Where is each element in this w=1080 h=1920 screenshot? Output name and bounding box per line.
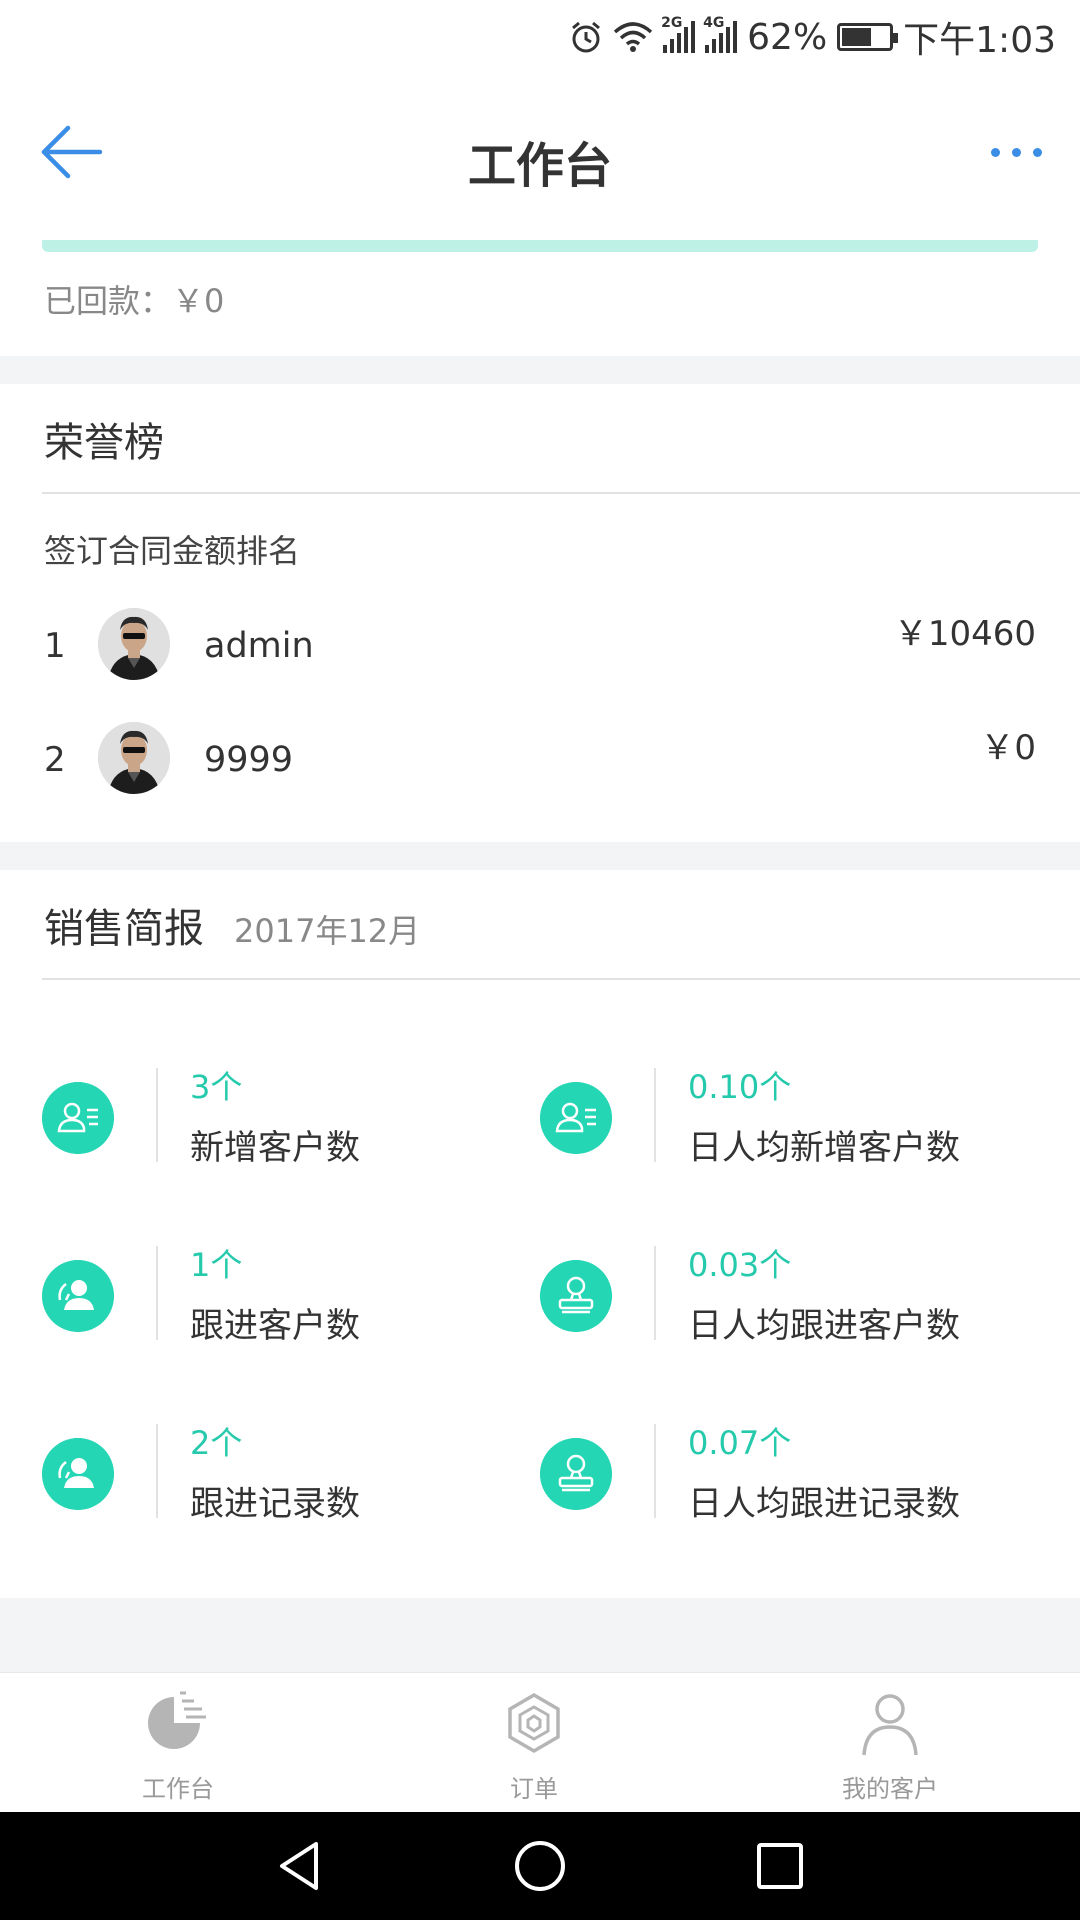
battery-icon bbox=[837, 23, 899, 51]
system-nav-bar bbox=[0, 1812, 1080, 1920]
avatar bbox=[98, 608, 170, 680]
rank-amount: ￥10460 bbox=[893, 614, 1036, 654]
alarm-icon bbox=[572, 21, 601, 53]
divider bbox=[156, 1424, 158, 1518]
rank-row[interactable]: 2 9999 ￥0 bbox=[0, 712, 1080, 802]
stat-value: 0.10个 bbox=[688, 1068, 792, 1106]
tab-my-customers[interactable]: 我的客户 bbox=[790, 1673, 990, 1813]
stat-label: 跟进客户数 bbox=[190, 1306, 360, 1346]
page-title: 工作台 bbox=[467, 138, 612, 194]
more-dots-icon[interactable] bbox=[991, 148, 1042, 157]
tab-label: 我的客户 bbox=[842, 1775, 938, 1803]
divider bbox=[654, 1424, 656, 1518]
stat-value: 0.07个 bbox=[688, 1424, 792, 1462]
wifi-icon bbox=[613, 22, 653, 52]
pie-chart-icon bbox=[148, 1691, 206, 1749]
sales-brief-header: 销售简报 2017年12月 bbox=[44, 896, 420, 954]
divider bbox=[156, 1068, 158, 1162]
status-bar: 2G 4G 62% 下午1:03 bbox=[0, 0, 1080, 72]
stat-value: 0.03个 bbox=[688, 1246, 792, 1284]
stat-label: 日人均新增客户数 bbox=[688, 1128, 960, 1168]
clock: 下午1:03 bbox=[903, 20, 1056, 61]
bottom-gap bbox=[0, 1598, 1080, 1672]
divider bbox=[654, 1246, 656, 1340]
nav-back-icon[interactable] bbox=[270, 1836, 330, 1896]
stat-avg-follow-records[interactable]: 0.07个 日人均跟进记录数 bbox=[540, 1424, 1040, 1534]
stat-followed-customers[interactable]: 1个 跟进客户数 bbox=[42, 1246, 542, 1356]
rank-row[interactable]: 1 admin ￥10460 bbox=[0, 598, 1080, 688]
stat-avg-new-customers[interactable]: 0.10个 日人均新增客户数 bbox=[540, 1068, 1040, 1178]
person-icon bbox=[862, 1694, 918, 1756]
signal-2g-icon: 2G bbox=[661, 15, 696, 53]
bottom-tab-bar: 工作台 订单 我的客户 bbox=[0, 1672, 1080, 1812]
rank-name: admin bbox=[204, 626, 314, 666]
rank-number: 2 bbox=[44, 740, 66, 780]
stat-label: 日人均跟进客户数 bbox=[688, 1306, 960, 1346]
tab-label: 工作台 bbox=[142, 1775, 214, 1803]
nav-recents-icon[interactable] bbox=[750, 1836, 810, 1896]
follow-customer-icon bbox=[42, 1438, 114, 1510]
honor-title: 荣誉榜 bbox=[44, 420, 164, 466]
avatar bbox=[98, 722, 170, 794]
tab-orders[interactable]: 订单 bbox=[434, 1673, 634, 1813]
follow-customer-icon bbox=[42, 1260, 114, 1332]
returned-amount: 已回款：￥0 bbox=[44, 282, 225, 320]
sales-brief-month[interactable]: 2017年12月 bbox=[234, 912, 420, 950]
stat-new-customers[interactable]: 3个 新增客户数 bbox=[42, 1068, 542, 1178]
ranking-subtitle: 签订合同金额排名 bbox=[44, 532, 301, 570]
sales-brief-title: 销售简报 bbox=[44, 906, 204, 952]
divider bbox=[654, 1068, 656, 1162]
section-gap bbox=[0, 356, 1080, 384]
tab-workbench[interactable]: 工作台 bbox=[78, 1673, 278, 1813]
divider bbox=[42, 978, 1080, 980]
stamp-icon bbox=[540, 1438, 612, 1510]
stat-avg-followed-customers[interactable]: 0.03个 日人均跟进客户数 bbox=[540, 1246, 1040, 1356]
stat-label: 日人均跟进记录数 bbox=[688, 1484, 960, 1524]
stamp-icon bbox=[540, 1260, 612, 1332]
hexagon-icon bbox=[508, 1692, 560, 1754]
section-gap bbox=[0, 842, 1080, 870]
rank-amount: ￥0 bbox=[980, 728, 1036, 768]
rank-number: 1 bbox=[44, 626, 66, 666]
rank-name: 9999 bbox=[204, 740, 294, 780]
battery-fill bbox=[842, 28, 871, 46]
add-customer-icon bbox=[42, 1082, 114, 1154]
stat-value: 2个 bbox=[190, 1424, 243, 1462]
payment-progress-bar bbox=[42, 240, 1038, 252]
stat-label: 跟进记录数 bbox=[190, 1484, 360, 1524]
app-header: 工作台 bbox=[0, 72, 1080, 242]
add-customer-icon bbox=[540, 1082, 612, 1154]
stat-value: 3个 bbox=[190, 1068, 243, 1106]
signal-4g-icon: 4G bbox=[703, 15, 738, 53]
stat-follow-records[interactable]: 2个 跟进记录数 bbox=[42, 1424, 542, 1534]
divider bbox=[42, 492, 1080, 494]
stat-value: 1个 bbox=[190, 1246, 243, 1284]
tab-label: 订单 bbox=[510, 1775, 558, 1803]
divider bbox=[156, 1246, 158, 1340]
stat-label: 新增客户数 bbox=[190, 1128, 360, 1168]
battery-percent: 62% bbox=[747, 16, 828, 58]
nav-home-icon[interactable] bbox=[510, 1836, 570, 1896]
